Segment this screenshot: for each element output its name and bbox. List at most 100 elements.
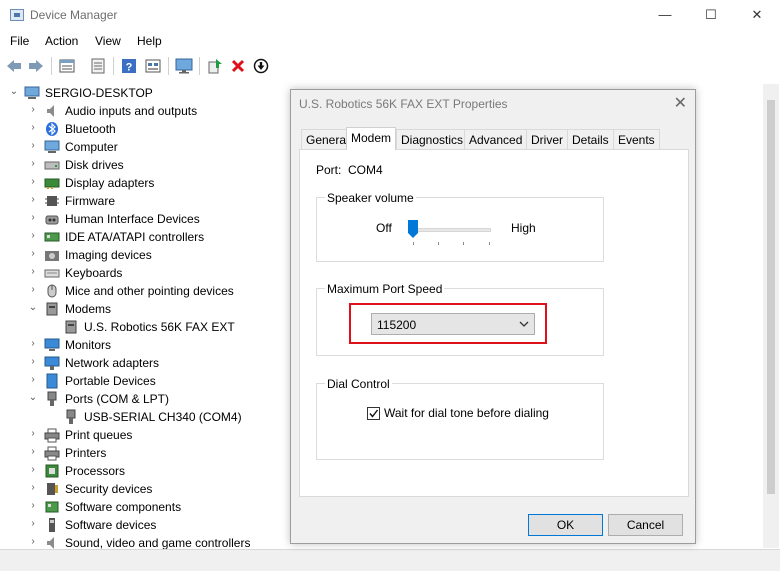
tree-item-label: Portable Devices [65, 374, 156, 388]
volume-slider-thumb[interactable] [408, 220, 418, 238]
tree-item-label: Monitors [65, 338, 112, 352]
tree-item-label: Imaging devices [65, 248, 152, 262]
tree-item-label: Software components [65, 500, 182, 514]
cancel-button[interactable]: Cancel [608, 514, 683, 536]
minimize-button[interactable]: — [642, 0, 688, 30]
maximize-button[interactable]: ☐ [688, 0, 734, 30]
mouse-icon [44, 283, 60, 299]
wait-dial-tone-checkbox[interactable] [367, 407, 380, 420]
collapse-icon[interactable]: ⌄ [27, 301, 39, 315]
slider-tick [438, 242, 439, 245]
expand-icon[interactable]: › [27, 247, 39, 261]
svg-text:?: ? [126, 62, 133, 74]
expand-icon[interactable]: › [27, 499, 39, 513]
expand-icon[interactable]: › [27, 283, 39, 297]
display-adapter-icon [44, 175, 60, 191]
network-icon [44, 355, 60, 371]
tab-driver[interactable]: Driver [526, 129, 568, 149]
dialog-title: U.S. Robotics 56K FAX EXT Properties [299, 97, 508, 111]
hid-icon [44, 211, 60, 227]
expand-icon[interactable]: › [27, 481, 39, 495]
tab-advanced[interactable]: Advanced [464, 129, 528, 149]
tree-item-label: Ports (COM & LPT) [65, 392, 170, 406]
slider-tick [489, 242, 490, 245]
help-icon[interactable]: ? [119, 56, 139, 76]
expand-icon[interactable]: › [27, 517, 39, 531]
resources-icon[interactable] [143, 56, 163, 76]
tree-root-label: SERGIO-DESKTOP [45, 86, 153, 100]
expand-icon[interactable]: › [27, 139, 39, 153]
expand-icon[interactable]: › [27, 211, 39, 225]
firmware-icon [44, 193, 60, 209]
port-value: COM4 [348, 163, 383, 177]
properties-icon[interactable] [57, 56, 77, 76]
expand-icon[interactable]: › [27, 355, 39, 369]
expand-icon[interactable]: › [27, 535, 39, 549]
tree-item-label: Disk drives [65, 158, 124, 172]
expand-icon[interactable]: › [27, 427, 39, 441]
menu-help[interactable]: Help [137, 34, 162, 48]
software-icon [44, 499, 60, 515]
speaker-icon [44, 103, 60, 119]
modem-icon [63, 319, 79, 335]
vertical-scrollbar[interactable] [763, 84, 779, 548]
camera-icon [44, 247, 60, 263]
monitor-icon [44, 337, 60, 353]
menu-action[interactable]: Action [45, 34, 78, 48]
scrollbar-thumb[interactable] [767, 100, 775, 494]
security-icon [44, 481, 60, 497]
computer-icon [24, 85, 40, 101]
tab-modem[interactable]: Modem [346, 127, 397, 150]
device-list-icon[interactable] [88, 56, 108, 76]
speaker-volume-title: Speaker volume [325, 191, 416, 205]
expand-icon[interactable]: › [27, 157, 39, 171]
software-icon [44, 517, 60, 533]
port-icon [63, 409, 79, 425]
toolbar: ? [0, 54, 780, 78]
back-icon[interactable] [4, 56, 24, 76]
tree-item-label: Modems [65, 302, 112, 316]
disable-icon[interactable] [251, 56, 271, 76]
menu-file[interactable]: File [10, 34, 29, 48]
collapse-icon[interactable]: ⌄ [27, 391, 39, 405]
tree-item-label: Sound, video and game controllers [65, 536, 251, 550]
volume-slider-track[interactable] [411, 228, 491, 232]
expand-icon[interactable]: › [27, 445, 39, 459]
tab-details[interactable]: Details [567, 129, 614, 149]
forward-icon[interactable] [26, 56, 46, 76]
tree-item-label: Display adapters [65, 176, 155, 190]
expand-icon[interactable]: › [27, 121, 39, 135]
uninstall-icon[interactable] [228, 56, 248, 76]
expand-icon[interactable]: › [27, 103, 39, 117]
close-button[interactable]: ✕ [734, 0, 780, 30]
expand-icon[interactable]: › [27, 175, 39, 189]
computer-icon [44, 139, 60, 155]
expand-icon[interactable]: › [27, 193, 39, 207]
expand-icon[interactable]: › [27, 337, 39, 351]
monitor-icon[interactable] [174, 56, 194, 76]
expand-icon[interactable]: › [27, 463, 39, 477]
tree-item-label: Human Interface Devices [65, 212, 200, 226]
menu-bar: File Action View Help [0, 32, 780, 52]
tree-item-label: Printers [65, 446, 107, 460]
expand-icon[interactable]: › [27, 229, 39, 243]
dialog-close-button[interactable]: ✕ [674, 93, 687, 113]
tree-item-label: Computer [65, 140, 118, 154]
max-port-speed-title: Maximum Port Speed [325, 282, 445, 296]
tab-events[interactable]: Events [613, 129, 660, 149]
expand-icon[interactable]: › [27, 265, 39, 279]
ok-button[interactable]: OK [528, 514, 603, 536]
keyboard-icon [44, 265, 60, 281]
tab-diagnostics[interactable]: Diagnostics [396, 129, 469, 149]
modem-icon [44, 301, 60, 317]
collapse-icon[interactable]: ⌄ [8, 85, 20, 99]
expand-icon[interactable]: › [27, 373, 39, 387]
tab-strip: General Modem Diagnostics Advanced Drive… [299, 127, 689, 150]
update-driver-icon[interactable] [205, 56, 225, 76]
port-icon [44, 391, 60, 407]
printer-icon [44, 445, 60, 461]
tree-item-label: Bluetooth [65, 122, 116, 136]
menu-view[interactable]: View [95, 34, 121, 48]
dial-control-group: Dial Control Wait for dial tone before d… [316, 377, 604, 460]
status-bar [0, 549, 780, 571]
